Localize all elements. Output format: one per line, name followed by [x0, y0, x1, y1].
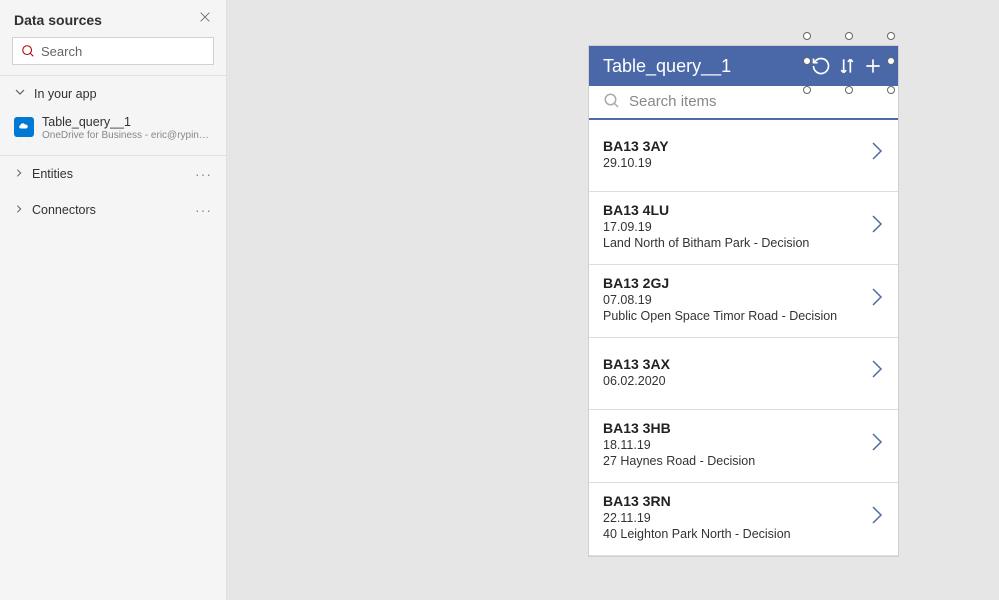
- chevron-right-icon[interactable]: [870, 505, 884, 530]
- chevron-right-icon[interactable]: [870, 214, 884, 239]
- list-item[interactable]: BA13 3AX 06.02.2020: [589, 338, 898, 410]
- chevron-right-icon[interactable]: [870, 359, 884, 384]
- data-source-name: Table_query__1: [42, 115, 212, 130]
- search-icon: [603, 92, 621, 110]
- refresh-icon[interactable]: [808, 56, 834, 76]
- list-item-date: 18.11.19: [603, 438, 870, 452]
- data-source-item[interactable]: Table_query__1 OneDrive for Business - e…: [0, 111, 226, 149]
- category-label: Connectors: [32, 203, 96, 217]
- onedrive-icon: [14, 117, 34, 137]
- chevron-right-icon[interactable]: [870, 432, 884, 457]
- list-container: BA13 3AY 29.10.19 BA13 4LU 17.09.19 Land…: [589, 120, 898, 556]
- list-item-body: BA13 3AY 29.10.19: [603, 138, 870, 170]
- chevron-right-icon: [14, 203, 24, 217]
- app-preview: Table_query__1 Search items BA13 3AY 29.…: [588, 45, 899, 557]
- list-item-body: BA13 4LU 17.09.19 Land North of Bitham P…: [603, 202, 870, 250]
- list-item-body: BA13 3HB 18.11.19 27 Haynes Road - Decis…: [603, 420, 870, 468]
- list-item-title: BA13 3AX: [603, 356, 870, 372]
- list-item-desc: Public Open Space Timor Road - Decision: [603, 309, 870, 323]
- list-item-title: BA13 3RN: [603, 493, 870, 509]
- chevron-down-icon: [14, 86, 26, 101]
- list-item-date: 17.09.19: [603, 220, 870, 234]
- section-label: In your app: [34, 87, 97, 101]
- search-items-placeholder: Search items: [629, 93, 717, 110]
- list-item-date: 29.10.19: [603, 156, 870, 170]
- category-entities[interactable]: Entities ···: [0, 156, 226, 192]
- section-in-your-app[interactable]: In your app: [0, 76, 226, 111]
- add-icon[interactable]: [860, 56, 886, 76]
- sort-icon[interactable]: [834, 56, 860, 76]
- list-item-date: 06.02.2020: [603, 374, 870, 388]
- search-box[interactable]: [12, 37, 214, 65]
- list-item[interactable]: BA13 2GJ 07.08.19 Public Open Space Timo…: [589, 265, 898, 338]
- panel-header: Data sources: [0, 0, 226, 37]
- list-item-title: BA13 4LU: [603, 202, 870, 218]
- list-item[interactable]: BA13 4LU 17.09.19 Land North of Bitham P…: [589, 192, 898, 265]
- search-row: [0, 37, 226, 75]
- list-item[interactable]: BA13 3HB 18.11.19 27 Haynes Road - Decis…: [589, 410, 898, 483]
- close-icon[interactable]: [198, 10, 212, 29]
- list-item[interactable]: BA13 3RN 22.11.19 40 Leighton Park North…: [589, 483, 898, 556]
- app-header: Table_query__1: [589, 46, 898, 86]
- list-item-body: BA13 2GJ 07.08.19 Public Open Space Timo…: [603, 275, 870, 323]
- list-item-title: BA13 3AY: [603, 138, 870, 154]
- data-sources-panel: Data sources In your app Table_query__1: [0, 0, 227, 600]
- list-item-title: BA13 2GJ: [603, 275, 870, 291]
- search-icon: [21, 44, 35, 58]
- list-item-desc: 27 Haynes Road - Decision: [603, 454, 870, 468]
- list-item-date: 07.08.19: [603, 293, 870, 307]
- list-item-desc: 40 Leighton Park North - Decision: [603, 527, 870, 541]
- chevron-right-icon[interactable]: [870, 141, 884, 166]
- search-items-box[interactable]: Search items: [589, 86, 898, 120]
- list-item-body: BA13 3RN 22.11.19 40 Leighton Park North…: [603, 493, 870, 541]
- panel-title: Data sources: [14, 12, 102, 28]
- chevron-right-icon[interactable]: [870, 287, 884, 312]
- list-item[interactable]: BA13 3AY 29.10.19: [589, 120, 898, 192]
- list-item-date: 22.11.19: [603, 511, 870, 525]
- data-source-text: Table_query__1 OneDrive for Business - e…: [42, 115, 212, 141]
- canvas[interactable]: Table_query__1 Search items BA13 3AY 29.…: [227, 0, 999, 600]
- list-item-body: BA13 3AX 06.02.2020: [603, 356, 870, 388]
- data-source-sub: OneDrive for Business - eric@rypinslaw.c…: [42, 130, 212, 141]
- more-icon[interactable]: ···: [195, 202, 212, 218]
- list-item-title: BA13 3HB: [603, 420, 870, 436]
- chevron-right-icon: [14, 167, 24, 181]
- app-title: Table_query__1: [603, 56, 808, 77]
- category-connectors[interactable]: Connectors ···: [0, 192, 226, 228]
- search-input[interactable]: [35, 44, 205, 59]
- list-item-desc: Land North of Bitham Park - Decision: [603, 236, 870, 250]
- category-label: Entities: [32, 167, 73, 181]
- more-icon[interactable]: ···: [195, 166, 212, 182]
